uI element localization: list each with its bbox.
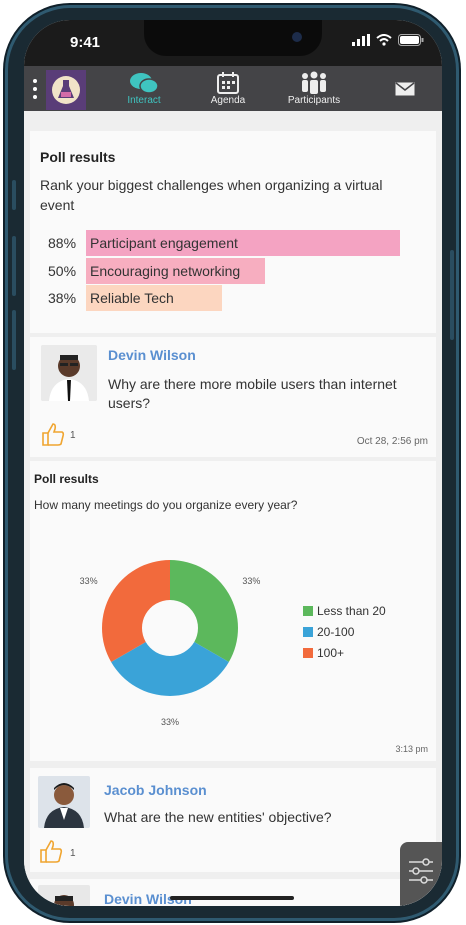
post-message: What are the new entities' objective? <box>104 809 332 825</box>
user-photo <box>41 345 97 401</box>
status-time: 9:41 <box>70 34 101 51</box>
tab-agenda[interactable]: Agenda <box>188 68 268 110</box>
poll-title: Poll results <box>40 149 116 165</box>
user-photo <box>38 776 90 828</box>
volume-up-button <box>12 236 16 296</box>
volume-down-button <box>12 310 16 370</box>
like-count: 1 <box>70 848 76 859</box>
pie-slice <box>102 560 170 662</box>
poll-bar-row: 50% Encouraging networking <box>48 258 418 284</box>
user-photo <box>38 885 90 906</box>
post-author[interactable]: Jacob Johnson <box>104 782 207 798</box>
pie-value-label: 33% <box>80 576 98 586</box>
app-screen: 9:41 Interact Agenda Participants Poll r… <box>24 20 442 906</box>
camera-icon <box>292 32 302 42</box>
poll-bar-percent: 88% <box>48 235 77 251</box>
chat-bubbles-icon <box>130 73 159 94</box>
poll-bar-percent: 50% <box>48 263 77 279</box>
legend-label: 20-100 <box>317 625 355 639</box>
tab-participants[interactable]: Participants <box>274 68 354 110</box>
poll-bar-row: 88% Participant engagement <box>48 230 418 256</box>
power-button <box>450 250 454 340</box>
tab-agenda-label: Agenda <box>210 95 246 106</box>
wifi-icon <box>376 34 392 46</box>
filter-button[interactable] <box>400 842 442 906</box>
post-author[interactable]: Devin Wilson <box>108 347 196 363</box>
mail-icon <box>395 82 415 96</box>
tab-messages[interactable] <box>370 68 440 110</box>
tab-interact-label: Interact <box>127 95 161 106</box>
legend-swatch <box>303 606 313 616</box>
poll-bar-label: Encouraging networking <box>90 263 241 279</box>
flask-logo-icon <box>52 76 80 104</box>
battery-icon <box>398 34 424 46</box>
poll-card-meetings: Poll results How many meetings do you or… <box>30 461 436 761</box>
thumbs-up-icon[interactable] <box>38 838 64 864</box>
poll-bar-percent: 38% <box>48 290 77 306</box>
legend-swatch <box>303 648 313 658</box>
post-card: Devin Wilson Why are there more mobile u… <box>30 337 436 457</box>
legend-item: 100+ <box>303 646 344 660</box>
status-bar: 9:41 <box>24 20 442 66</box>
calendar-icon <box>217 72 239 94</box>
legend-item: Less than 20 <box>303 604 386 618</box>
home-indicator <box>170 896 294 900</box>
pie-slice <box>170 560 238 662</box>
avatar[interactable] <box>38 776 90 828</box>
menu-dots-icon[interactable] <box>32 78 38 100</box>
mute-switch <box>12 180 16 210</box>
system-icons <box>352 34 424 46</box>
top-nav: Interact Agenda Participants <box>24 66 442 111</box>
tab-interact[interactable]: Interact <box>104 68 184 110</box>
notch <box>144 20 322 56</box>
post-message: Why are there more mobile users than int… <box>108 376 397 411</box>
post-timestamp: Oct 28, 2:56 pm <box>356 436 428 447</box>
tab-participants-label: Participants <box>287 95 341 106</box>
thumbs-up-icon[interactable] <box>40 421 66 447</box>
poll-question: Rank your biggest challenges when organi… <box>40 177 383 213</box>
feed[interactable]: Poll results Rank your biggest challenge… <box>24 111 442 906</box>
poll-card-ranking: Poll results Rank your biggest challenge… <box>30 131 436 333</box>
like-count: 1 <box>70 430 76 441</box>
poll-timestamp: 3:13 pm <box>395 744 428 754</box>
legend-label: 100+ <box>317 646 345 660</box>
app-logo[interactable] <box>46 70 86 110</box>
legend-label: Less than 20 <box>317 604 386 618</box>
pie-value-label: 33% <box>242 576 260 586</box>
post-card: Jacob Johnson What are the new entities'… <box>30 768 436 872</box>
people-icon <box>302 71 326 94</box>
post-card: Devin Wilson <box>30 879 436 906</box>
poll-bar-row: 38% Reliable Tech <box>48 285 418 311</box>
signal-icon <box>352 34 370 46</box>
sliders-icon <box>409 858 433 884</box>
avatar[interactable] <box>41 345 97 401</box>
avatar[interactable] <box>38 885 90 906</box>
pie-value-label: 33% <box>161 717 179 727</box>
poll-bar-label: Reliable Tech <box>90 290 174 306</box>
legend-swatch <box>303 627 313 637</box>
poll-bar-label: Participant engagement <box>90 235 238 251</box>
legend-item: 20-100 <box>303 625 354 639</box>
